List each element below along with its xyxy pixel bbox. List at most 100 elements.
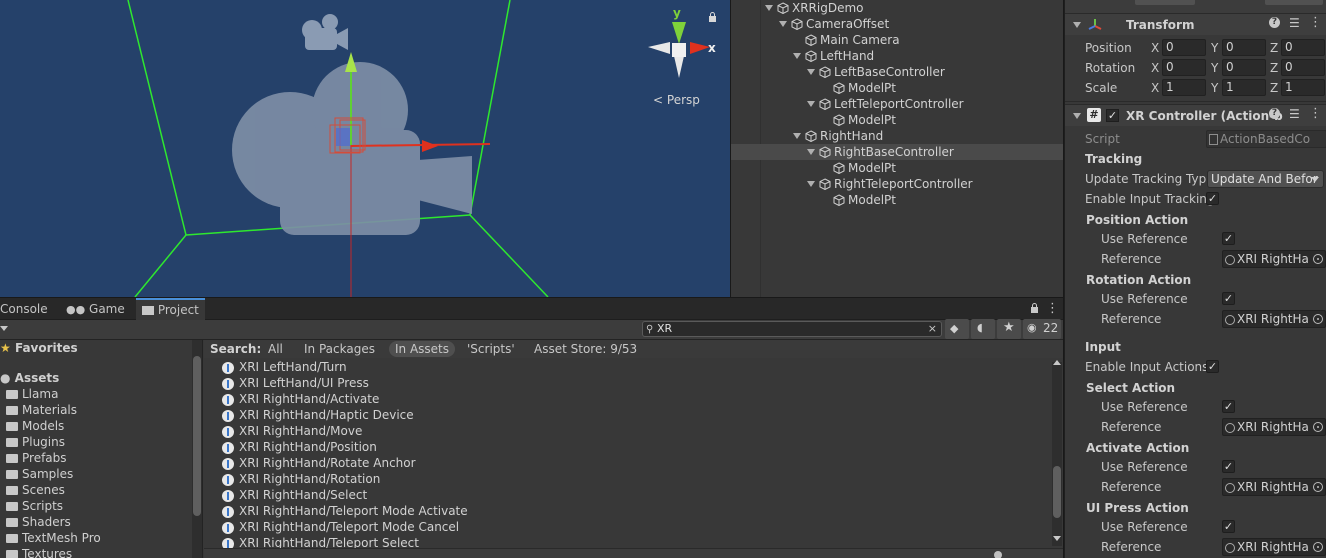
- position-y-field[interactable]: 0: [1222, 39, 1266, 56]
- hierarchy-item[interactable]: ModelPt: [731, 80, 1063, 96]
- asset-item[interactable]: XRI RightHand/Select: [222, 487, 367, 503]
- asset-item[interactable]: XRI RightHand/Rotation: [222, 471, 380, 487]
- hierarchy-item[interactable]: XRRigDemo: [731, 0, 1063, 16]
- update-tracking-dropdown[interactable]: Update And Befor: [1207, 170, 1324, 188]
- enable-input-tracking-checkbox[interactable]: ✓: [1206, 192, 1219, 205]
- inspector-panel[interactable]: Transform ? ☰ ⋮ Position Rotation Scale …: [1064, 0, 1326, 558]
- ui-press-use-reference-checkbox[interactable]: ✓: [1222, 520, 1235, 533]
- xr-presets-icon[interactable]: ☰: [1289, 107, 1300, 121]
- scene-canvas[interactable]: [0, 0, 730, 297]
- position-y-axis-label[interactable]: Y: [1211, 41, 1218, 55]
- object-picker-icon[interactable]: [1313, 314, 1323, 324]
- activate-use-reference-checkbox[interactable]: ✓: [1222, 460, 1235, 473]
- expand-arrow-icon[interactable]: [793, 53, 801, 59]
- hierarchy-item[interactable]: RightHand: [731, 128, 1063, 144]
- scope-in-packages-button[interactable]: In Packages: [298, 341, 381, 357]
- object-picker-icon[interactable]: [1313, 422, 1323, 432]
- expand-arrow-icon[interactable]: [807, 69, 815, 75]
- assets-root-item[interactable]: ● Assets: [0, 370, 59, 386]
- folder-item[interactable]: Scenes: [6, 482, 65, 498]
- hierarchy-item[interactable]: RightTeleportController: [731, 176, 1063, 192]
- search-by-type-button[interactable]: ◆: [945, 319, 969, 339]
- scale-x-field[interactable]: 1: [1162, 79, 1206, 96]
- folder-item[interactable]: Models: [6, 418, 64, 434]
- hierarchy-item[interactable]: Main Camera: [731, 32, 1063, 48]
- ui-press-reference-field[interactable]: XRI RightHa: [1222, 538, 1326, 556]
- object-picker-icon[interactable]: [1313, 542, 1323, 552]
- project-panel[interactable]: Console ●● Game Project ⋮ ⚲ XR × ◆ ◖ ★ ◉…: [0, 298, 1063, 558]
- xr-more-icon[interactable]: ⋮: [1309, 106, 1322, 121]
- asset-item[interactable]: XRI RightHand/Move: [222, 423, 362, 439]
- asset-item[interactable]: XRI RightHand/Haptic Device: [222, 407, 414, 423]
- hierarchy-item[interactable]: ModelPt: [731, 192, 1063, 208]
- y-axis-arrow[interactable]: [345, 52, 357, 72]
- asset-item[interactable]: XRI RightHand/Rotate Anchor: [222, 455, 416, 471]
- scroll-down-icon[interactable]: [1053, 536, 1061, 541]
- position-z-axis-label[interactable]: Z: [1270, 41, 1278, 55]
- position-reference-field[interactable]: XRI RightHa: [1222, 250, 1326, 268]
- xr-help-icon[interactable]: ?: [1269, 108, 1280, 119]
- expand-arrow-icon[interactable]: [779, 21, 787, 27]
- scene-view[interactable]: y x < Persp: [0, 0, 730, 297]
- hierarchy-item[interactable]: CameraOffset: [731, 16, 1063, 32]
- hierarchy-item[interactable]: LeftTeleportController: [731, 96, 1063, 112]
- zoom-slider-handle[interactable]: [994, 551, 1002, 558]
- scale-z-field[interactable]: 1: [1281, 79, 1325, 96]
- transform-header[interactable]: Transform ? ☰ ⋮: [1065, 13, 1326, 35]
- folder-item[interactable]: Prefabs: [6, 450, 67, 466]
- scale-z-axis-label[interactable]: Z: [1270, 81, 1278, 95]
- folder-item[interactable]: Plugins: [6, 434, 65, 450]
- asset-scrollbar[interactable]: [1052, 362, 1062, 546]
- folder-item[interactable]: TextMesh Pro: [6, 530, 101, 546]
- presets-icon[interactable]: ☰: [1289, 16, 1300, 30]
- folder-item[interactable]: Llama: [6, 386, 58, 402]
- hierarchy-item[interactable]: LeftHand: [731, 48, 1063, 64]
- hierarchy-item[interactable]: LeftBaseController: [731, 64, 1063, 80]
- asset-item[interactable]: XRI RightHand/Teleport Mode Cancel: [222, 519, 459, 535]
- rotation-z-field[interactable]: 0: [1281, 59, 1325, 76]
- asset-item[interactable]: XRI RightHand/Activate: [222, 391, 379, 407]
- asset-item[interactable]: XRI LeftHand/Turn: [222, 359, 347, 375]
- more-icon[interactable]: ⋮: [1309, 15, 1322, 30]
- expand-arrow-icon[interactable]: [807, 181, 815, 187]
- help-icon[interactable]: ?: [1269, 17, 1280, 28]
- xr-controller-header[interactable]: # ✓ XR Controller (Action-b ? ☰ ⋮: [1065, 104, 1326, 126]
- favorites-button[interactable]: ★: [997, 319, 1021, 339]
- scale-x-axis-label[interactable]: X: [1151, 81, 1159, 95]
- hierarchy-item[interactable]: RightBaseController: [731, 144, 1063, 160]
- asset-item[interactable]: XRI LeftHand/UI Press: [222, 375, 369, 391]
- scope-in-assets-button[interactable]: In Assets: [389, 341, 456, 357]
- hierarchy-panel[interactable]: XRRigDemo CameraOffset Main Camera LeftHand…: [731, 0, 1063, 297]
- asset-item[interactable]: XRI RightHand/Teleport Mode Activate: [222, 503, 468, 519]
- tab-project[interactable]: Project: [136, 298, 205, 320]
- hierarchy-item[interactable]: ModelPt: [731, 112, 1063, 128]
- expand-arrow-icon[interactable]: [807, 101, 815, 107]
- expand-arrow-icon[interactable]: [807, 149, 815, 155]
- rotation-reference-field[interactable]: XRI RightHa: [1222, 310, 1326, 328]
- panel-menu-icon[interactable]: ⋮: [1046, 301, 1059, 316]
- select-use-reference-checkbox[interactable]: ✓: [1222, 400, 1235, 413]
- expand-arrow-icon[interactable]: [765, 5, 773, 11]
- rotation-z-axis-label[interactable]: Z: [1270, 61, 1278, 75]
- clear-search-icon[interactable]: ×: [928, 322, 937, 336]
- select-reference-field[interactable]: XRI RightHa: [1222, 418, 1326, 436]
- xr-collapse-icon[interactable]: [1073, 113, 1081, 119]
- search-by-label-button[interactable]: ◖: [971, 319, 995, 339]
- asset-store-button[interactable]: Asset Store: 9/53: [528, 341, 643, 357]
- tab-game[interactable]: ●● Game: [60, 298, 131, 320]
- panel-lock-icon[interactable]: [1030, 303, 1039, 313]
- lock-icon[interactable]: [708, 12, 717, 22]
- expand-arrow-icon[interactable]: [793, 133, 801, 139]
- scope-scripts-button[interactable]: 'Scripts': [461, 341, 521, 357]
- project-search-input[interactable]: ⚲ XR ×: [642, 321, 942, 337]
- rotation-y-field[interactable]: 0: [1222, 59, 1266, 76]
- rotation-y-axis-label[interactable]: Y: [1211, 61, 1218, 75]
- tag-dropdown[interactable]: [1135, 0, 1195, 5]
- object-picker-icon[interactable]: [1313, 254, 1323, 264]
- orientation-gizmo[interactable]: [648, 22, 710, 78]
- asset-scrollbar-thumb[interactable]: [1053, 466, 1061, 518]
- position-x-axis-label[interactable]: X: [1151, 41, 1159, 55]
- favorites-item[interactable]: ★ Favorites: [0, 340, 78, 356]
- create-dropdown-icon[interactable]: [0, 326, 8, 331]
- position-use-reference-checkbox[interactable]: ✓: [1222, 232, 1235, 245]
